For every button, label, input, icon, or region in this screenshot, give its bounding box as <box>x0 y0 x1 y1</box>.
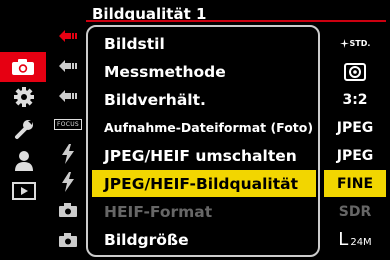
category-wrench[interactable] <box>6 114 42 144</box>
value-bildverhaeltnis: 3:2 <box>342 91 368 108</box>
double-arrow-left-icon <box>59 30 77 42</box>
subpage-up-arrow[interactable] <box>50 22 86 50</box>
double-arrow-left-icon <box>59 60 77 72</box>
category-camera[interactable] <box>0 52 46 82</box>
camera-small-icon <box>59 203 77 217</box>
category-person[interactable] <box>6 146 42 176</box>
subpage-3[interactable] <box>50 82 86 110</box>
value-bildqualitaet: FINE <box>324 170 386 197</box>
menu-item-messmethode[interactable]: Messmethode <box>92 58 316 85</box>
person-icon <box>15 151 33 171</box>
gear-icon <box>14 87 34 107</box>
wrench-icon <box>15 120 33 139</box>
flash-icon <box>62 144 74 164</box>
value-bildgroesse: L 24M <box>324 226 386 253</box>
subpage-focus[interactable]: FOCUS <box>50 110 86 138</box>
value-jpeg-heif: JPEG <box>336 147 374 164</box>
playback-icon <box>12 182 36 200</box>
menu-item-bildgroesse[interactable]: Bildgröße <box>92 226 316 253</box>
value-dateiformat: JPEG <box>336 119 374 136</box>
menu-item-bildqualitaet[interactable]: JPEG/HEIF-Bildqualität <box>92 170 316 197</box>
metering-icon <box>344 62 366 81</box>
camera-small-icon <box>59 233 77 247</box>
menu-item-jpeg-heif-umschalten[interactable]: JPEG/HEIF umschalten <box>92 142 316 169</box>
camera-icon <box>12 59 34 75</box>
flash-icon <box>62 172 74 192</box>
value-bildstil: STD. <box>324 30 386 57</box>
page-up-arrow-icon[interactable] <box>6 6 42 28</box>
menu-item-bildverhaeltnis[interactable]: Bildverhält. <box>92 86 316 113</box>
subpage-strip: FOCUS <box>50 0 86 260</box>
subpage-camera-2[interactable] <box>50 226 86 254</box>
value-heif-format: SDR <box>338 203 372 220</box>
double-arrow-left-icon <box>59 90 77 102</box>
subpage-2[interactable] <box>50 52 86 80</box>
value-messmethode <box>324 58 386 85</box>
category-gear[interactable] <box>6 82 42 112</box>
value-bildgroesse-sub: 24M <box>350 237 372 248</box>
value-bildstil-text: STD. <box>349 39 371 48</box>
category-playback[interactable] <box>6 176 42 206</box>
sparkle-icon <box>339 39 349 48</box>
subpage-camera-1[interactable] <box>50 196 86 224</box>
focus-icon: FOCUS <box>53 118 83 130</box>
menu-item-heif-format: HEIF-Format <box>104 202 213 221</box>
camera-menu-screen: FOCUS Bildqualität 1 Bildstil Messmethod… <box>0 0 390 260</box>
value-bildgroesse-main: L <box>338 229 349 250</box>
menu-item-dateiformat[interactable]: Aufnahme-Dateiformat (Foto) <box>92 114 316 141</box>
category-strip <box>0 0 48 260</box>
subpage-flash-1[interactable] <box>50 140 86 168</box>
menu-item-bildstil[interactable]: Bildstil <box>92 30 316 57</box>
header-divider <box>86 20 386 22</box>
subpage-flash-2[interactable] <box>50 168 86 196</box>
